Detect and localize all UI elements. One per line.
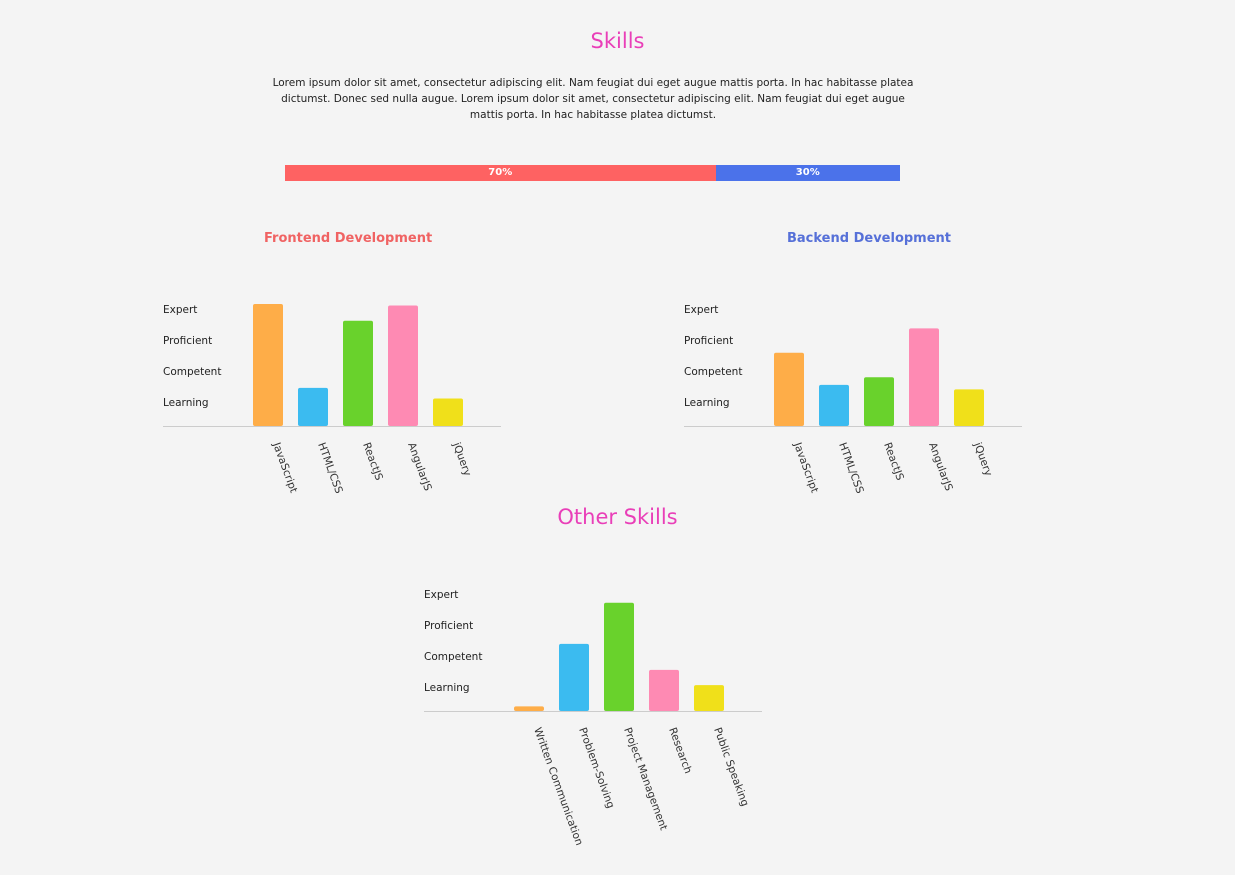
frontend-level-label: Competent <box>163 366 221 378</box>
frontend-bar <box>388 305 418 426</box>
frontend-bar <box>433 398 463 426</box>
frontend-bar <box>253 304 283 426</box>
backend-bar <box>864 377 894 426</box>
backend-category-label: JavaScript <box>791 440 821 495</box>
other-category-label: Public Speaking <box>711 726 751 808</box>
frontend-bar <box>298 387 328 426</box>
frontend-share-segment: 70% <box>285 165 716 181</box>
skills-page: Skills Lorem ipsum dolor sit amet, conse… <box>0 0 1235 875</box>
frontend-category-label: HTML/CSS <box>315 441 345 496</box>
frontend-category-label: ReactJS <box>360 441 385 482</box>
frontend-level-label: Learning <box>163 397 209 409</box>
other-category-label: Problem-Solving <box>576 726 616 810</box>
backend-chart-title: Backend Development <box>787 231 952 246</box>
frontend-chart-title: Frontend Development <box>264 231 433 246</box>
backend-level-label: Proficient <box>684 335 733 347</box>
backend-bar <box>819 384 849 426</box>
other-skills-chart: Learning Competent Proficient Expert Written… <box>424 575 764 859</box>
other-category-label: Written Communication <box>531 726 585 847</box>
other-bar <box>694 685 724 711</box>
backend-level-label: Learning <box>684 397 730 409</box>
backend-level-label: Expert <box>684 304 718 316</box>
other-skills-title: Other Skills <box>557 505 678 529</box>
backend-bar <box>909 328 939 426</box>
backend-level-label: Competent <box>684 366 742 378</box>
backend-category-label: ReactJS <box>881 441 906 482</box>
other-bar <box>514 706 544 711</box>
backend-bar <box>954 389 984 426</box>
page-title: Skills <box>590 29 645 53</box>
backend-chart: Learning Competent Proficient Expert JavaScr… <box>684 290 1024 509</box>
other-level-label: Competent <box>424 651 482 663</box>
skills-split-bar: 70% 30% <box>285 165 900 181</box>
frontend-chart-svg: Learning Competent Proficient Expert JavaScr… <box>163 304 501 496</box>
other-level-label: Learning <box>424 682 470 694</box>
backend-category-label: HTML/CSS <box>836 441 866 496</box>
intro-paragraph: Lorem ipsum dolor sit amet, consectetur … <box>272 77 914 121</box>
frontend-level-label: Proficient <box>163 335 212 347</box>
other-level-label: Expert <box>424 589 458 601</box>
backend-category-label: jQuery <box>971 440 995 478</box>
frontend-level-label: Expert <box>163 304 197 316</box>
other-skills-chart-svg: Learning Competent Proficient Expert Written… <box>424 589 762 847</box>
backend-category-label: AngularJS <box>926 441 955 493</box>
backend-bar <box>774 352 804 426</box>
frontend-category-label: AngularJS <box>405 441 434 493</box>
frontend-bar <box>343 320 373 426</box>
backend-share-segment: 30% <box>715 165 900 181</box>
frontend-category-label: jQuery <box>450 440 474 478</box>
other-bar <box>649 669 679 711</box>
frontend-chart: Learning Competent Proficient Expert JavaScr… <box>163 290 503 509</box>
other-bar <box>559 643 589 711</box>
other-bar <box>604 602 634 711</box>
frontend-category-label: JavaScript <box>270 440 300 495</box>
other-category-label: Project Management <box>621 726 669 832</box>
other-category-label: Research <box>666 726 694 775</box>
backend-chart-svg: Learning Competent Proficient Expert JavaScr… <box>684 304 1022 496</box>
other-level-label: Proficient <box>424 620 473 632</box>
